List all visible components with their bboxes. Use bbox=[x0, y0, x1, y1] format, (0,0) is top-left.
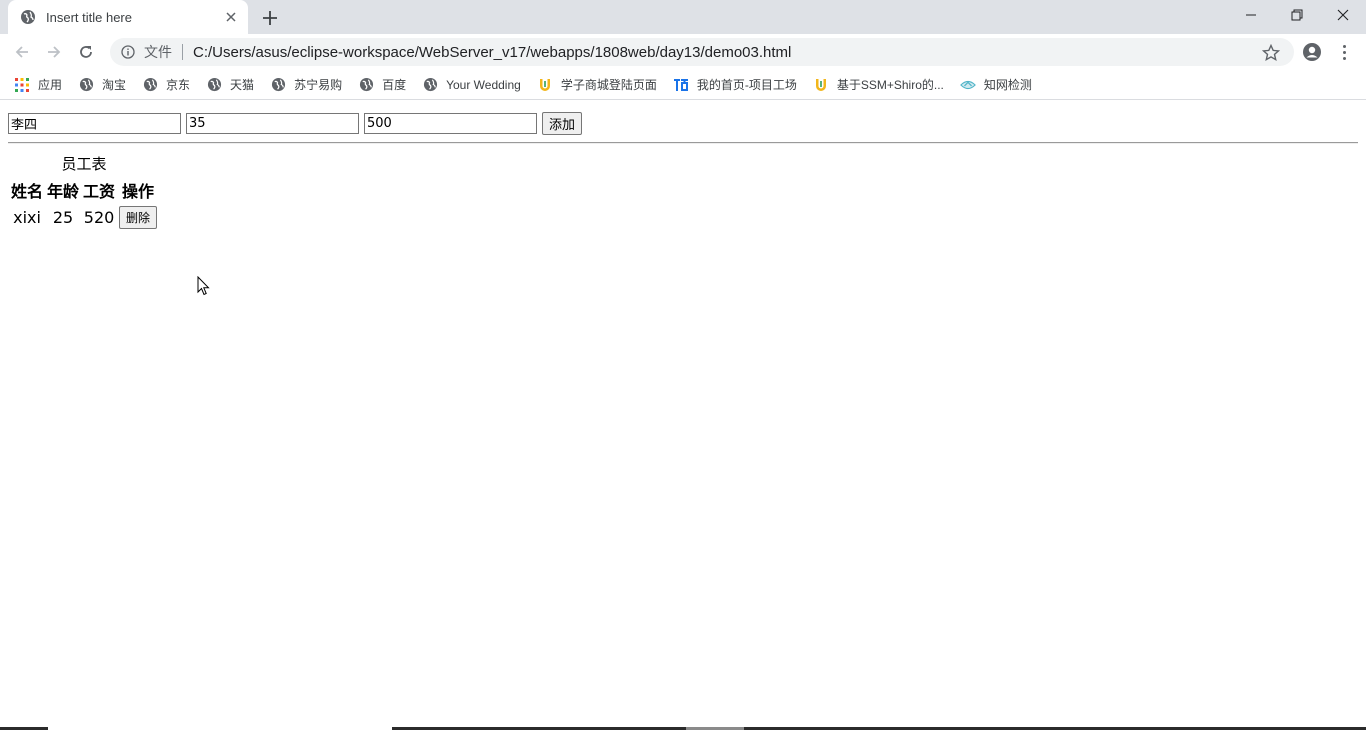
restore-icon bbox=[1291, 9, 1303, 21]
bookmark-your-wedding[interactable]: Your Wedding bbox=[422, 77, 521, 93]
new-tab-button[interactable] bbox=[258, 6, 282, 30]
bookmark-project-home[interactable]: 我的首页-项目工场 bbox=[673, 76, 797, 93]
header-salary: 工资 bbox=[83, 182, 116, 201]
globe-icon bbox=[78, 77, 94, 93]
active-tab[interactable]: Insert title here bbox=[8, 0, 248, 34]
bookmark-label: 知网检测 bbox=[983, 78, 1032, 92]
menu-kebab-icon[interactable] bbox=[1336, 42, 1352, 62]
bookmark-label: 京东 bbox=[166, 78, 191, 92]
globe-icon bbox=[422, 77, 438, 93]
url-text[interactable]: C:/Users/asus/eclipse-workspace/WebServe… bbox=[193, 44, 791, 61]
bookmark-label: 淘宝 bbox=[102, 78, 127, 92]
tab-close-icon[interactable] bbox=[222, 8, 240, 26]
bookmark-label: Your Wedding bbox=[446, 77, 521, 92]
bookmark-label: 天猫 bbox=[230, 78, 255, 92]
add-employee-form: 添加 bbox=[8, 112, 583, 135]
delete-button[interactable]: 删除 bbox=[119, 206, 158, 229]
globe-icon bbox=[142, 77, 158, 93]
bookmark-jd[interactable]: 京东 bbox=[142, 76, 190, 93]
bookmark-label: 百度 bbox=[382, 78, 407, 92]
page-content: 添加 员工表 姓名 年龄 工资 操作 xixi 25 520 删除 bbox=[0, 103, 1366, 727]
plus-icon bbox=[263, 11, 277, 25]
bookmark-baidu[interactable]: 百度 bbox=[358, 76, 406, 93]
bookmark-label: 应用 bbox=[38, 78, 63, 92]
reload-icon bbox=[80, 46, 92, 58]
bookmark-label: 苏宁易购 bbox=[294, 78, 343, 92]
file-scheme-label: 文件 bbox=[144, 44, 183, 60]
arrow-right-icon bbox=[48, 46, 61, 58]
bookmark-cnki[interactable]: 知网检测 bbox=[960, 76, 1032, 93]
divider bbox=[8, 142, 1358, 144]
close-window-button[interactable] bbox=[1320, 0, 1366, 30]
minimize-button[interactable] bbox=[1228, 0, 1274, 30]
bookmarks-bar: 应用 淘宝 京东 天猫 苏宁易购 百度 Your Wedding 学子商城登陆页… bbox=[0, 70, 1366, 100]
reload-button[interactable] bbox=[74, 40, 98, 64]
close-icon bbox=[1337, 9, 1349, 21]
arrow-left-icon bbox=[15, 46, 28, 58]
cell-action: 删除 bbox=[118, 205, 158, 230]
table-header-row: 姓名 年龄 工资 操作 bbox=[10, 177, 158, 203]
bookmark-suning[interactable]: 苏宁易购 bbox=[270, 76, 342, 93]
back-button[interactable] bbox=[10, 40, 34, 64]
cell-age: 25 bbox=[52, 208, 74, 227]
globe-icon bbox=[206, 77, 222, 93]
minimize-icon bbox=[1246, 14, 1256, 16]
cell-name: xixi bbox=[13, 208, 41, 227]
apps-grid-icon bbox=[14, 77, 30, 93]
bookmark-apps[interactable]: 应用 bbox=[14, 76, 62, 93]
tab-title: Insert title here bbox=[46, 9, 132, 25]
cell-salary: 520 bbox=[83, 208, 115, 227]
add-button[interactable]: 添加 bbox=[542, 112, 583, 135]
bookmark-xuezi-mall[interactable]: 学子商城登陆页面 bbox=[537, 76, 657, 93]
age-input[interactable] bbox=[186, 113, 359, 134]
globe-icon bbox=[270, 77, 286, 93]
browser-chrome: Insert title here 文件 C:/Users/asus/eclip… bbox=[0, 0, 1366, 103]
bookmark-star-icon[interactable] bbox=[1261, 43, 1281, 62]
employee-table: 员工表 姓名 年龄 工资 操作 xixi 25 520 删除 bbox=[8, 152, 160, 232]
header-action: 操作 bbox=[122, 182, 155, 201]
info-icon[interactable] bbox=[120, 44, 136, 60]
table-caption: 员工表 bbox=[61, 155, 107, 173]
browser-toolbar: 文件 C:/Users/asus/eclipse-workspace/WebSe… bbox=[0, 34, 1366, 70]
globe-icon bbox=[20, 9, 36, 25]
bookmark-ssm-shiro[interactable]: 基于SSM+Shiro的... bbox=[813, 76, 944, 93]
project-logo-icon bbox=[673, 77, 689, 93]
bookmark-tmall[interactable]: 天猫 bbox=[206, 76, 254, 93]
salary-input[interactable] bbox=[364, 113, 537, 134]
globe-icon bbox=[358, 77, 374, 93]
cnki-logo-icon bbox=[960, 77, 976, 93]
bookmark-label: 我的首页-项目工场 bbox=[696, 78, 797, 92]
restore-button[interactable] bbox=[1274, 0, 1320, 30]
name-input[interactable] bbox=[8, 113, 181, 134]
bookmark-label: 基于SSM+Shiro的... bbox=[836, 78, 944, 92]
table-row: xixi 25 520 删除 bbox=[10, 205, 158, 230]
profile-avatar-icon[interactable] bbox=[1302, 42, 1322, 62]
mouse-cursor-icon bbox=[197, 275, 211, 296]
header-age: 年龄 bbox=[47, 182, 80, 201]
tab-strip: Insert title here bbox=[0, 0, 1366, 34]
forward-button[interactable] bbox=[42, 40, 66, 64]
bookmark-label: 学子商城登陆页面 bbox=[560, 78, 657, 92]
header-name: 姓名 bbox=[11, 182, 44, 201]
address-bar[interactable]: 文件 C:/Users/asus/eclipse-workspace/WebSe… bbox=[110, 38, 1294, 66]
u-logo-icon bbox=[813, 77, 829, 93]
bookmark-taobao[interactable]: 淘宝 bbox=[78, 76, 126, 93]
u-logo-icon bbox=[537, 77, 553, 93]
